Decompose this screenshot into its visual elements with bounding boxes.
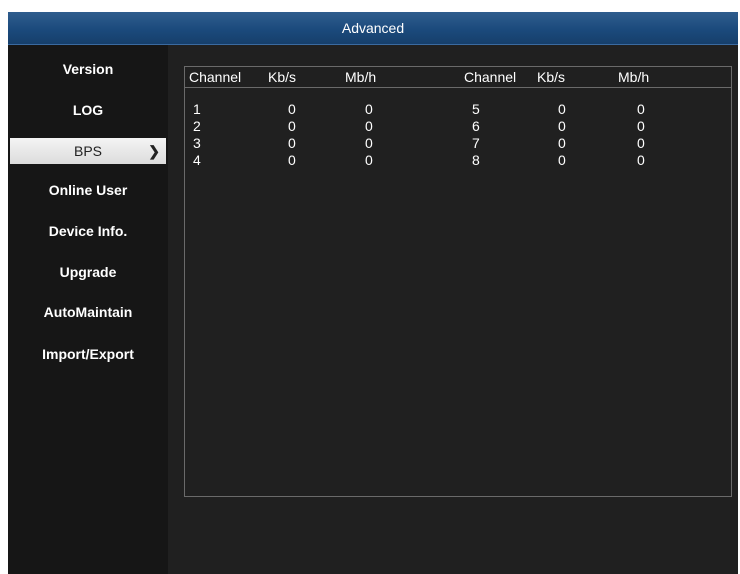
advanced-window: Advanced Version LOG BPS ❯ Online User D…	[8, 12, 738, 574]
table-cell: 0	[558, 135, 566, 151]
table-cell: 6	[472, 118, 480, 134]
table-cell: 0	[637, 118, 645, 134]
table-cell: 7	[472, 135, 480, 151]
sidebar-menu: Version LOG BPS ❯ Online User Device Inf…	[8, 45, 168, 574]
table-cell: 0	[288, 152, 296, 168]
sidebar-item-log[interactable]: LOG	[8, 95, 168, 125]
table-cell: 0	[558, 152, 566, 168]
bps-panel: Channel Kb/s Mb/h Channel Kb/s Mb/h 1 0 …	[168, 45, 738, 574]
column-header: Channel	[464, 69, 517, 85]
table-cell: 1	[193, 101, 201, 117]
sidebar-item-label: Import/Export	[42, 346, 134, 362]
bps-table: Channel Kb/s Mb/h Channel Kb/s Mb/h 1 0 …	[184, 66, 732, 497]
table-cell: 2	[193, 118, 201, 134]
table-cell: 0	[637, 101, 645, 117]
sidebar-item-label: Device Info.	[48, 223, 128, 239]
sidebar-item-online-user[interactable]: Online User	[8, 175, 168, 205]
window-title: Advanced	[8, 12, 738, 45]
column-header: Channel	[189, 69, 242, 85]
sidebar-item-label: Version	[62, 61, 114, 77]
sidebar-item-label: AutoMaintain	[43, 304, 133, 320]
sidebar-item-version[interactable]: Version	[8, 54, 168, 84]
sidebar-item-automaintain[interactable]: AutoMaintain	[8, 297, 168, 327]
table-cell: 0	[558, 101, 566, 117]
sidebar-item-label: Upgrade	[59, 264, 117, 280]
sidebar-item-label: LOG	[72, 102, 104, 118]
sidebar-item-bps[interactable]: BPS ❯	[10, 138, 166, 164]
table-cell: 5	[472, 101, 480, 117]
table-cell: 0	[365, 118, 373, 134]
sidebar-item-device-info[interactable]: Device Info.	[8, 216, 168, 246]
table-cell: 0	[288, 118, 296, 134]
table-cell: 4	[193, 152, 201, 168]
chevron-right-icon: ❯	[148, 143, 160, 159]
column-header: Kb/s	[268, 69, 297, 85]
table-cell: 0	[365, 101, 373, 117]
sidebar-item-label: BPS	[73, 143, 102, 159]
table-cell: 0	[288, 135, 296, 151]
table-cell: 0	[637, 135, 645, 151]
table-cell: 0	[365, 152, 373, 168]
table-cell: 8	[472, 152, 480, 168]
column-header: Mb/h	[618, 69, 650, 85]
sidebar-item-label: Online User	[48, 182, 128, 198]
table-cell: 3	[193, 135, 201, 151]
table-cell: 0	[288, 101, 296, 117]
table-cell: 0	[365, 135, 373, 151]
table-header: Channel Kb/s Mb/h Channel Kb/s Mb/h	[185, 67, 731, 88]
table-cell: 0	[558, 118, 566, 134]
column-header: Mb/h	[345, 69, 377, 85]
sidebar-item-import-export[interactable]: Import/Export	[8, 339, 168, 369]
table-cell: 0	[637, 152, 645, 168]
sidebar-item-upgrade[interactable]: Upgrade	[8, 257, 168, 287]
column-header: Kb/s	[537, 69, 566, 85]
